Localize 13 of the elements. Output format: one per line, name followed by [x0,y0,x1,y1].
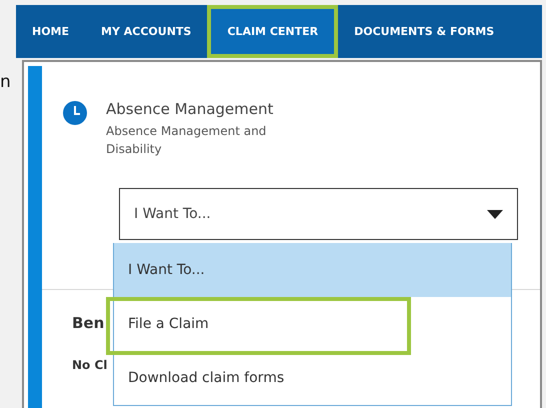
nav-tab[interactable]: DOCUMENTS & FORMS [338,5,510,58]
card-title: Absence Management [106,100,274,118]
cut-text: n [0,72,11,92]
select-field[interactable]: I Want To... [119,188,518,240]
card-subtitle: Absence Management and Disability [106,123,268,158]
nav-tab[interactable]: HOME [16,5,86,58]
dropdown-option[interactable]: I Want To... [114,243,511,297]
clock-icon [62,100,88,126]
section-title: Ben [72,314,104,332]
caret-icon [487,210,503,218]
nav-tab[interactable]: CLAIM CENTER [207,5,338,58]
section-text: No Cl [72,358,108,372]
nav-tab[interactable]: MY ACCOUNTS [85,5,208,58]
